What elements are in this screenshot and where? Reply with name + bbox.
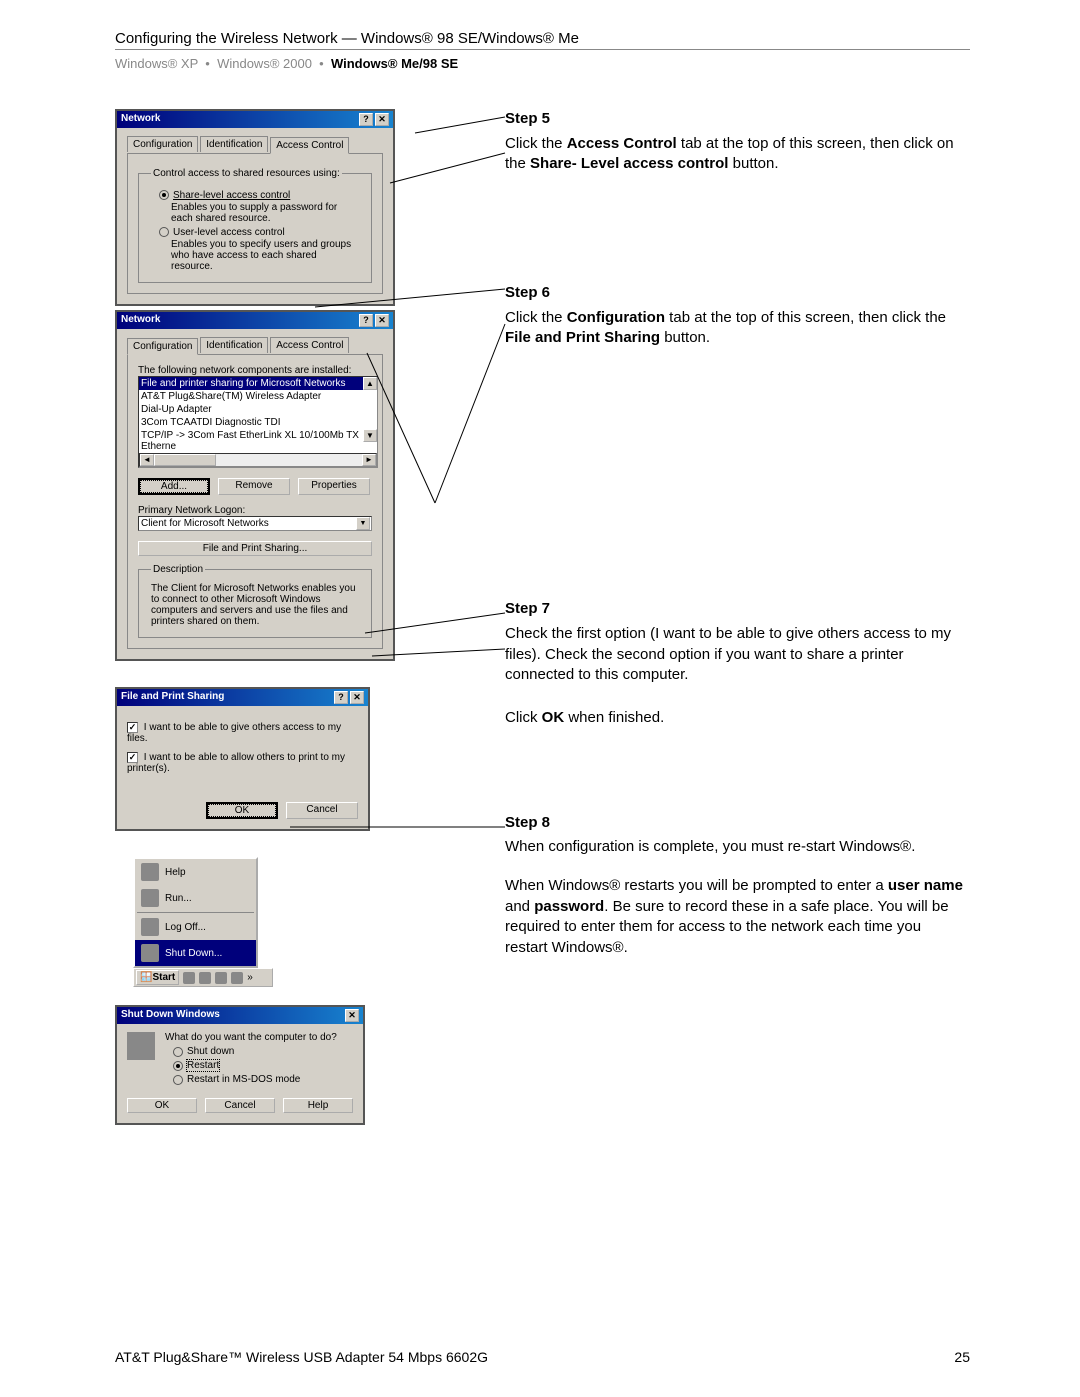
- step8-text1: When configuration is complete, you must…: [505, 837, 965, 858]
- restart-radio[interactable]: Restart: [173, 1060, 337, 1071]
- close-icon[interactable]: ✕: [345, 1009, 359, 1022]
- bc-xp: Windows® XP: [115, 56, 198, 71]
- bc-me98: Windows® Me/98 SE: [331, 56, 458, 71]
- page-number: 25: [954, 1349, 970, 1365]
- breadcrumb: Windows® XP • Windows® 2000 • Windows® M…: [115, 56, 970, 71]
- shutdown-dialog-icon: [127, 1032, 155, 1060]
- page-header: Configuring the Wireless Network — Windo…: [115, 30, 970, 50]
- dialog-title: Shut Down Windows: [121, 1009, 220, 1020]
- msdos-label: Restart in MS-DOS mode: [187, 1074, 300, 1085]
- footer-product: AT&T Plug&Share™ Wireless USB Adapter 54…: [115, 1349, 488, 1365]
- step6-heading: Step 6: [505, 283, 965, 304]
- help-button[interactable]: Help: [283, 1098, 353, 1113]
- restart-label: Restart: [187, 1060, 219, 1071]
- bc-2000: Windows® 2000: [217, 56, 312, 71]
- cancel-button[interactable]: Cancel: [205, 1098, 275, 1113]
- step5-text: Click the Access Control tab at the top …: [505, 134, 965, 175]
- step7-text2: Click OK when finished.: [505, 708, 965, 729]
- shutdown-label: Shut down: [187, 1046, 234, 1057]
- ok-button[interactable]: OK: [127, 1098, 197, 1113]
- step6-text: Click the Configuration tab at the top o…: [505, 308, 965, 349]
- bc-sep2: •: [319, 56, 324, 71]
- radio-selected-icon: [173, 1061, 183, 1071]
- radio-empty-icon: [173, 1047, 183, 1057]
- shutdown-dialog: Shut Down Windows ✕ What do you want the…: [115, 1005, 365, 1125]
- step8-heading: Step 8: [505, 813, 965, 834]
- msdos-radio[interactable]: Restart in MS-DOS mode: [173, 1074, 337, 1085]
- step7-text: Check the first option (I want to be abl…: [505, 624, 965, 686]
- step8-text2: When Windows® restarts you will be promp…: [505, 876, 965, 959]
- shutdown-prompt: What do you want the computer to do?: [165, 1032, 337, 1043]
- radio-empty-icon: [173, 1075, 183, 1085]
- bc-sep: •: [205, 56, 210, 71]
- step7-heading: Step 7: [505, 599, 965, 620]
- shutdown-radio[interactable]: Shut down: [173, 1046, 337, 1057]
- step5-heading: Step 5: [505, 109, 965, 130]
